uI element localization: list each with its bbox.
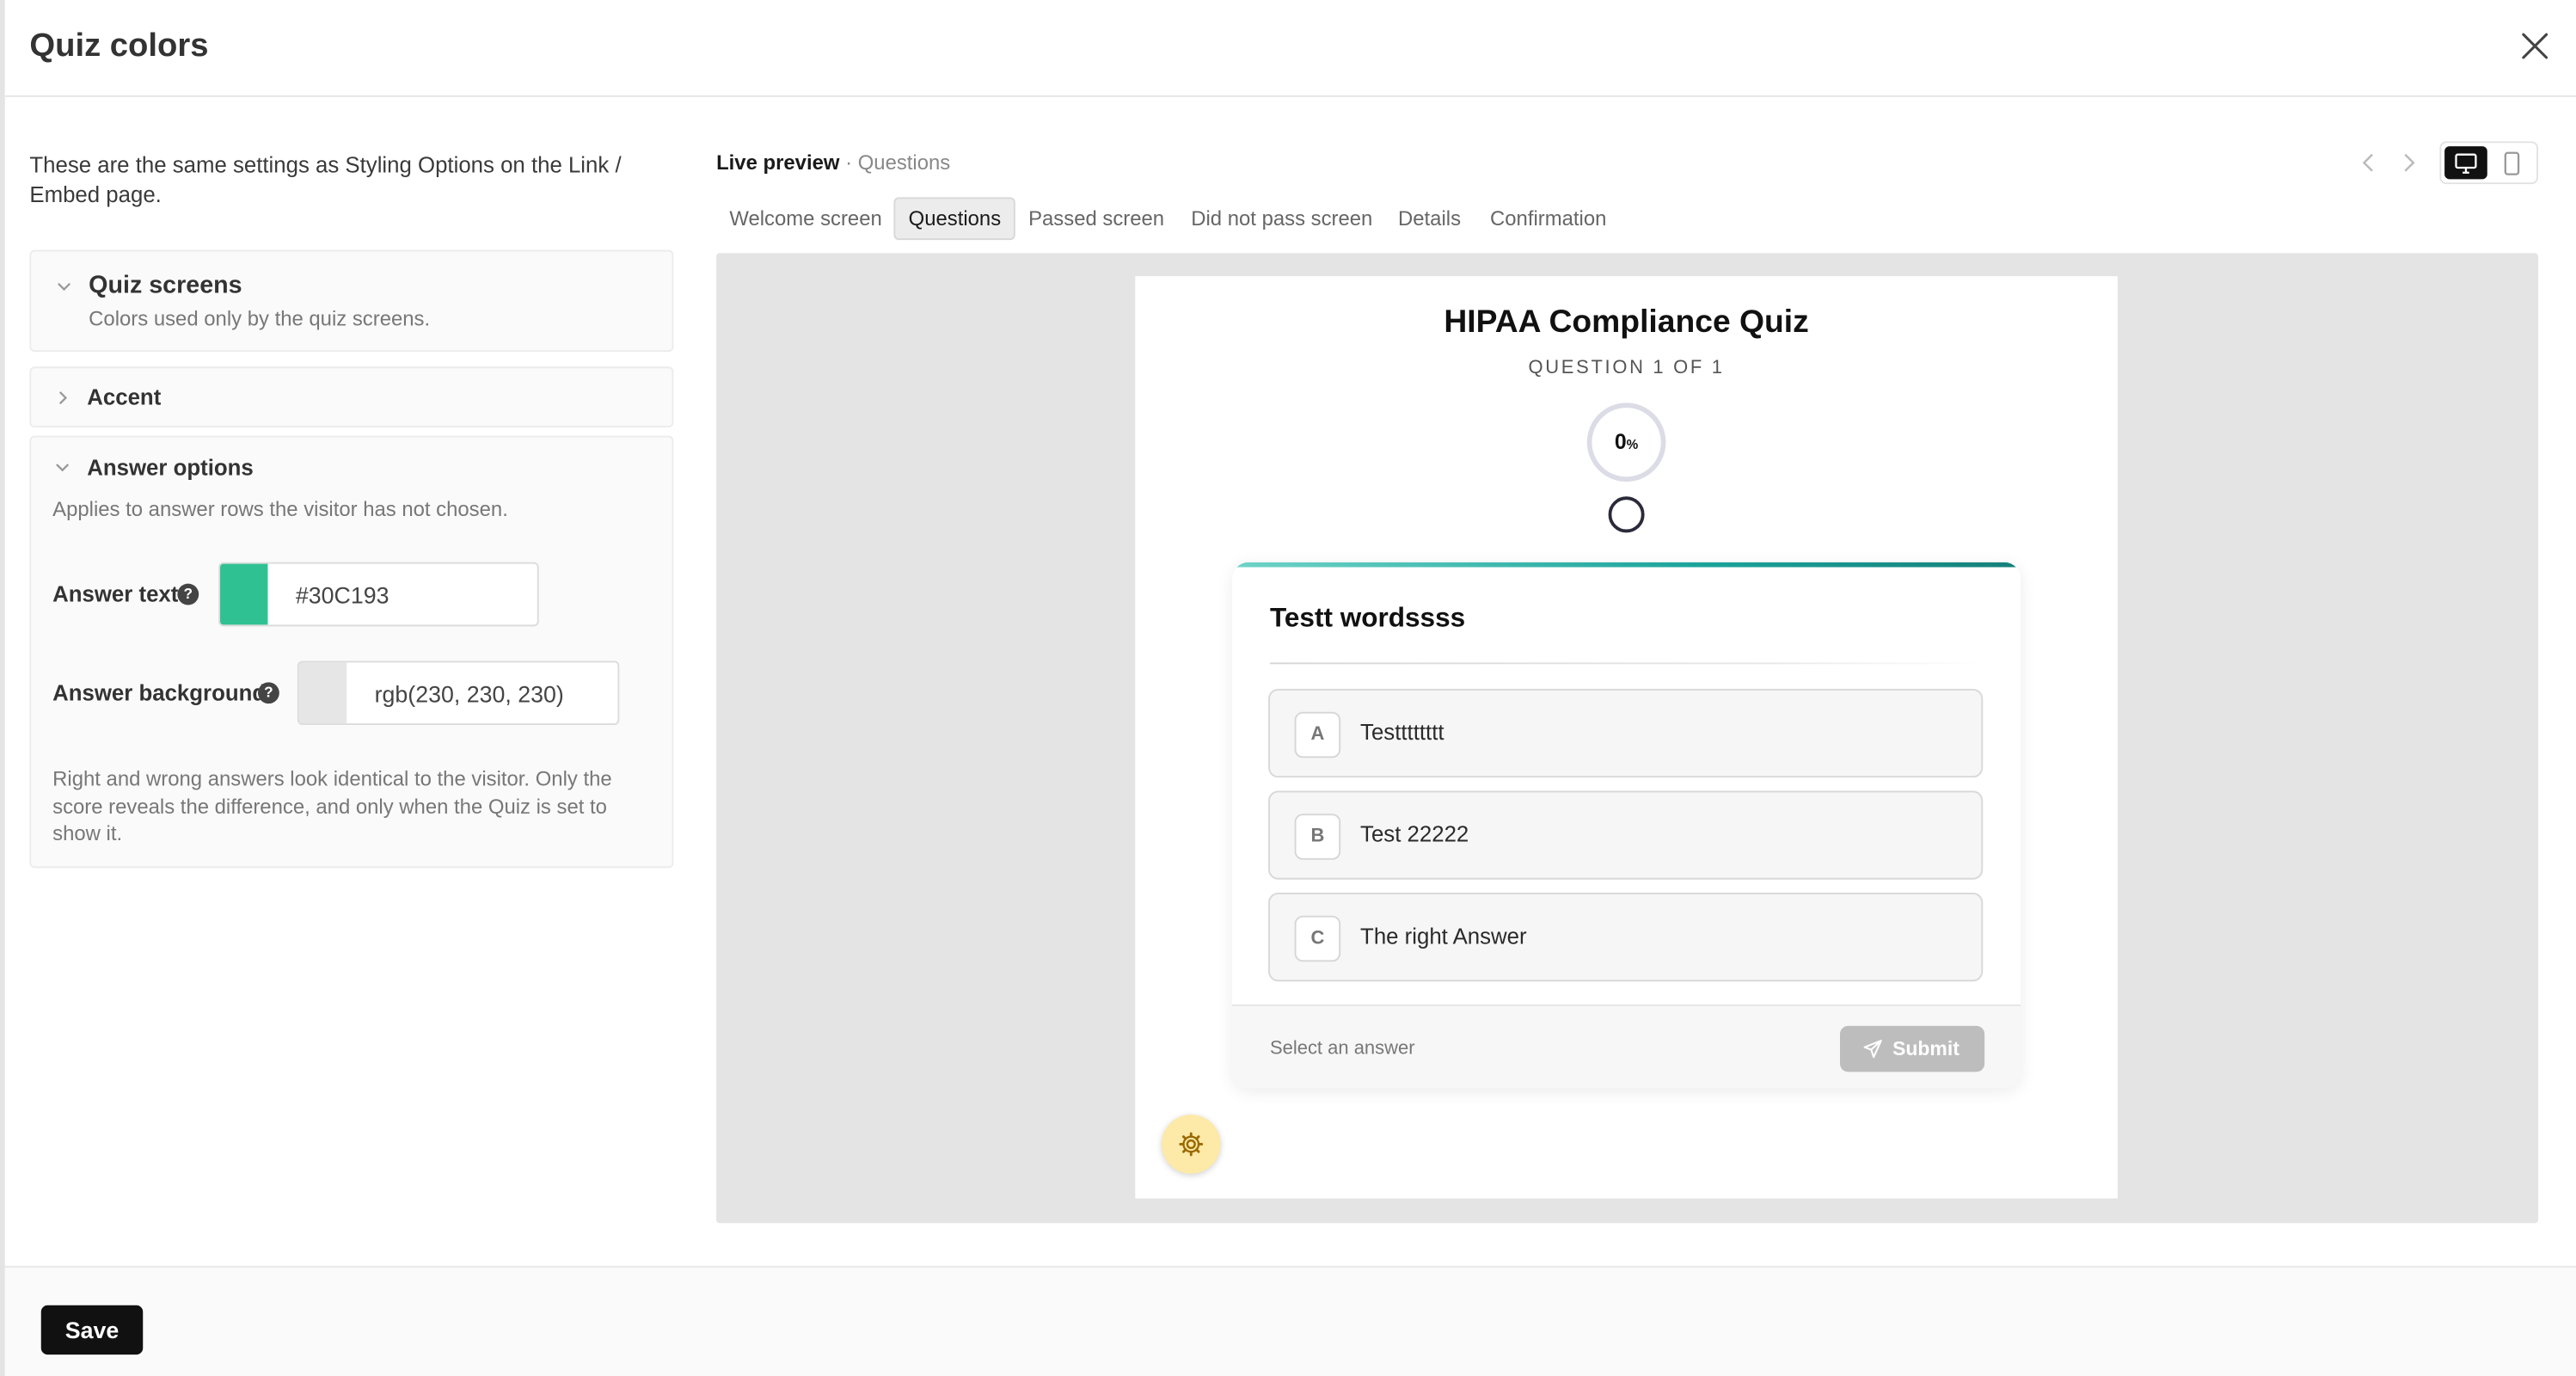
progress-value: 0 [1614,428,1627,454]
help-icon[interactable]: ? [177,583,199,605]
dialog-header: Quiz colors [4,0,2576,97]
answer-letter: C [1294,915,1341,962]
answer-background-swatch[interactable] [298,662,347,724]
submit-button[interactable]: Submit [1839,1025,1985,1072]
tab-confirmation[interactable]: Confirmation [1477,197,1620,240]
question-body: Testt wordssss A Testttttttt B Test 2222… [1232,567,2021,1004]
question-counter: QUESTION 1 OF 1 [1528,358,1725,378]
answer-text: Test 22222 [1360,821,1469,847]
question-divider [1269,662,1984,665]
progress-unit: % [1626,437,1639,452]
answer-background-label: Answer background [52,680,267,706]
chevron-down-icon[interactable] [56,278,72,294]
question-card: Testt wordssss A Testttttttt B Test 2222… [1232,562,2021,1089]
answer-text: Testttttttt [1360,720,1444,745]
answer-text-swatch[interactable] [220,563,268,625]
section-quiz-screens[interactable]: Quiz screens Colors used only by the qui… [29,249,674,353]
answer-letter: A [1294,711,1341,759]
select-answer-hint: Select an answer [1269,1039,1415,1060]
answer-text-label: Answer text [52,581,179,607]
tab-welcome-screen[interactable]: Welcome screen [716,197,895,240]
answer-background-value[interactable]: rgb(230, 230, 230) [375,680,564,707]
section-accent[interactable]: Accent [29,366,674,428]
save-button[interactable]: Save [40,1305,144,1355]
settings-fab[interactable] [1161,1115,1221,1174]
answer-text: The right Answer [1360,924,1527,949]
timer-circle-icon [1608,496,1645,533]
answer-options-note: Right and wrong answers look identical t… [52,767,612,845]
live-preview-sublabel: · Questions [845,150,951,175]
answer-text-value[interactable]: #30C193 [296,582,389,609]
submit-label: Submit [1892,1037,1960,1060]
section-title[interactable]: Answer options [87,456,253,481]
close-icon[interactable] [2520,31,2549,60]
answer-option-c[interactable]: C The right Answer [1268,892,1984,982]
answer-letter: B [1294,814,1341,860]
live-preview-area: HIPAA Compliance Quiz QUESTION 1 OF 1 0%… [716,253,2539,1224]
mobile-view-button[interactable] [2491,146,2534,179]
chevron-right-icon[interactable] [54,390,71,406]
question-footer: Select an answer Submit [1232,1004,2021,1089]
chevron-right-icon[interactable] [2399,151,2419,175]
answer-option-a[interactable]: A Testttttttt [1268,688,1984,778]
left-edge [0,0,5,1376]
tab-passed-screen[interactable]: Passed screen [1015,197,1178,240]
section-title: Accent [87,384,162,409]
section-description: Applies to answer rows the visitor has n… [52,498,508,521]
intro-text: These are the same settings as Styling O… [29,152,622,207]
chevron-down-icon[interactable] [54,458,71,475]
progress-ring: 0% [1586,402,1666,482]
answer-option-b[interactable]: B Test 22222 [1268,790,1984,880]
chevron-left-icon[interactable] [2359,151,2379,175]
progress-percent: 0% [1592,429,1660,454]
device-toggle [2439,141,2539,185]
desktop-view-button[interactable] [2444,146,2487,180]
section-title: Quiz screens [89,271,242,299]
question-text: Testt wordssss [1269,603,1466,633]
send-icon [1863,1039,1882,1059]
help-icon[interactable]: ? [257,682,279,704]
answer-text-color-input[interactable]: #30C193 [218,562,539,627]
tab-did-not-pass-screen[interactable]: Did not pass screen [1178,197,1386,240]
tab-details[interactable]: Details [1385,197,1475,240]
dialog-title: Quiz colors [29,28,209,64]
live-preview-title: Live preview [716,150,840,175]
section-description: Colors used only by the quiz screens. [89,307,431,331]
gear-icon [1179,1132,1204,1157]
quiz-colors-dialog: Quiz colors These are the same settings … [0,0,2576,1376]
quiz-page: HIPAA Compliance Quiz QUESTION 1 OF 1 0%… [1135,276,2118,1199]
mobile-icon [2504,151,2520,175]
live-preview-label: Live preview · Questions [716,151,950,175]
dialog-footer: Save [4,1265,2576,1376]
quiz-title: HIPAA Compliance Quiz [1444,304,1809,341]
answer-background-color-input[interactable]: rgb(230, 230, 230) [297,660,620,726]
desktop-icon [2455,153,2477,174]
tab-questions[interactable]: Questions [893,197,1016,241]
